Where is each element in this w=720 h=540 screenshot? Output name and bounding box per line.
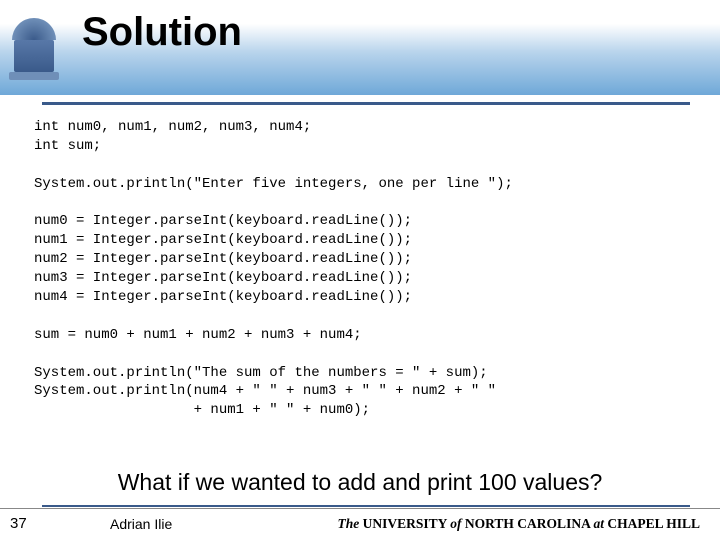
page-number: 37 [10, 515, 27, 532]
slide-footer: 37 Adrian Ilie The UNIVERSITY of NORTH C… [0, 508, 720, 540]
university-at: at [593, 516, 604, 531]
slide-title: Solution [82, 10, 242, 55]
author-name: Adrian Ilie [110, 516, 172, 532]
university-name: The UNIVERSITY of NORTH CAROLINA at CHAP… [338, 516, 701, 532]
header-divider [42, 102, 690, 105]
slide-header: Solution [0, 0, 720, 95]
code-block: int num0, num1, num2, num3, num4; int su… [34, 118, 700, 420]
university-of: of [450, 516, 461, 531]
university-u: UNIVERSITY [359, 516, 450, 531]
old-well-logo [8, 18, 60, 80]
university-ch: CHAPEL HILL [604, 516, 700, 531]
footer-divider [42, 505, 690, 507]
prompt-question: What if we wanted to add and print 100 v… [0, 469, 720, 496]
university-the: The [338, 516, 360, 531]
university-nc: NORTH CAROLINA [462, 516, 594, 531]
